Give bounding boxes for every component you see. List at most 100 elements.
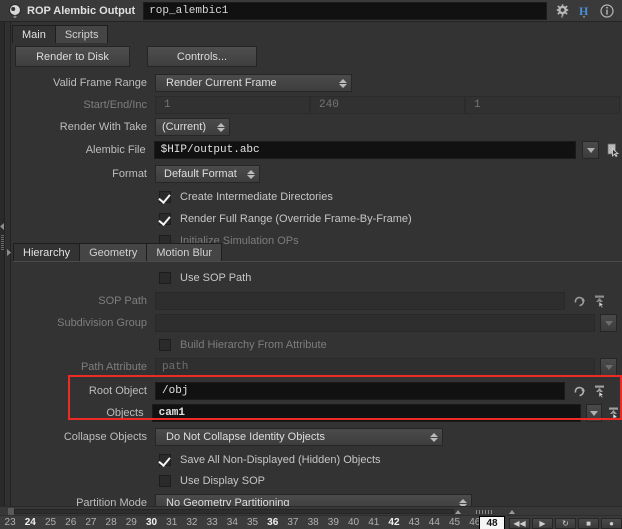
render-with-take-menu[interactable]: (Current) [155,118,230,136]
tab-hierarchy[interactable]: Hierarchy [13,243,81,262]
format-value: Default Format [164,168,237,180]
timeline-tick[interactable]: 42 [384,517,404,528]
frame-inc-input[interactable]: 1 [465,96,620,114]
render-full-range-checkbox[interactable] [159,212,171,225]
timeline-tick[interactable]: 25 [40,517,60,528]
alembic-file-label: Alembic File [85,144,146,156]
timeline-tick[interactable]: 33 [202,517,222,528]
playback-controls: ◀◀ ▶ ↻ ■ ● [505,515,622,529]
alembic-file-input[interactable]: $HIP/output.abc [153,141,577,159]
timeline-grip-icon[interactable] [476,509,494,514]
node-picker-icon[interactable] [591,382,608,400]
timeline-tick[interactable]: 41 [364,517,384,528]
node-name-input[interactable]: rop_alembic1 [143,1,547,20]
spinner-arrows-icon[interactable] [245,167,256,181]
gear-icon[interactable] [555,3,570,19]
timeline-tick[interactable]: 30 [141,517,161,528]
panel-splitter-outer[interactable] [0,22,5,506]
timeline-tick[interactable]: 28 [101,517,121,528]
frame-start-input[interactable]: 1 [155,96,310,114]
playback-loop-button[interactable]: ↻ [555,518,576,529]
timeline-tick[interactable]: 44 [424,517,444,528]
row-valid-frame-range: Valid Frame Range Render Current Frame [12,72,622,94]
splitter-grip[interactable] [1,235,4,251]
timeline-tick[interactable]: 29 [121,517,141,528]
collapse-objects-menu[interactable]: Do Not Collapse Identity Objects [155,428,443,446]
row-build-hierarchy-from-attribute[interactable]: Build Hierarchy From Attribute [159,335,327,354]
timeline-marker-left-icon[interactable] [455,509,461,514]
timeline-tick[interactable]: 27 [81,517,101,528]
tab-geometry[interactable]: Geometry [79,243,148,262]
timeline-tick[interactable]: 26 [61,517,81,528]
timeline-tick[interactable]: 38 [303,517,323,528]
timeline-tick[interactable]: 43 [404,517,424,528]
timeline-tick[interactable]: 32 [182,517,202,528]
row-start-end-inc: Start/End/Inc 1 240 1 [12,94,622,116]
row-create-intermediate-directories[interactable]: Create Intermediate Directories [159,187,333,206]
valid-frame-range-menu[interactable]: Render Current Frame [155,74,352,92]
playback-step-back-button[interactable]: ◀◀ [509,518,530,529]
root-object-input[interactable]: /obj [155,382,565,400]
alembic-file-menu-button[interactable] [582,141,600,159]
create-intermediate-directories-checkbox[interactable] [159,190,171,203]
playback-stop-button[interactable]: ■ [578,518,599,529]
reload-icon[interactable] [571,292,588,310]
spinner-arrows-icon[interactable] [215,120,226,134]
playback-play-button[interactable]: ▶ [532,518,553,529]
timeline-tick[interactable]: 37 [283,517,303,528]
format-menu[interactable]: Default Format [155,165,260,183]
render-to-disk-button[interactable]: Render to Disk [15,46,130,67]
timeline-tick[interactable]: 36 [263,517,283,528]
houdini-h-icon[interactable]: H [577,3,592,19]
timeline-scrollbar[interactable] [0,506,622,515]
subdivision-group-menu-button[interactable] [600,314,617,332]
row-use-display-sop[interactable]: Use Display SOP [159,471,265,490]
subdivision-group-input[interactable] [155,314,595,332]
objects-value: cam1 [158,407,186,419]
timeline-range-track[interactable] [14,509,454,514]
node-picker-icon[interactable] [591,292,608,310]
use-sop-path-checkbox[interactable] [159,271,171,284]
node-picker-icon[interactable] [605,404,622,422]
file-browser-icon[interactable] [605,141,622,159]
timeline-markers [455,508,515,515]
save-all-non-displayed-checkbox[interactable] [159,453,171,466]
info-icon[interactable] [599,3,614,19]
reload-icon[interactable] [571,382,588,400]
current-frame-indicator[interactable]: 48 [479,516,505,529]
row-save-all-non-displayed[interactable]: Save All Non-Displayed (Hidden) Objects [159,450,381,469]
use-display-sop-checkbox[interactable] [159,474,171,487]
sop-path-input[interactable] [155,292,565,310]
expand-arrow-icon[interactable] [6,247,11,256]
tab-main[interactable]: Main [12,25,56,44]
timeline-tick[interactable]: 39 [323,517,343,528]
tab-scripts[interactable]: Scripts [54,25,109,44]
build-hierarchy-from-attribute-checkbox[interactable] [159,338,171,351]
path-attribute-input[interactable]: path [155,358,595,376]
path-attribute-menu-button[interactable] [600,358,617,376]
timeline-tick[interactable]: 34 [222,517,242,528]
timeline-tick[interactable]: 45 [444,517,464,528]
timeline-tick[interactable]: 31 [162,517,182,528]
tab-motion-blur[interactable]: Motion Blur [146,243,223,262]
main-tabstrip: Main Scripts [12,24,109,44]
playback-record-button[interactable]: ● [601,518,622,529]
record-icon: ● [609,518,614,528]
objects-menu-button[interactable] [585,404,603,422]
timeline-marker-right-icon[interactable] [509,509,515,514]
timeline-ruler[interactable]: 23 24 25 26 27 28 29 30 31 32 33 34 35 36 37 38 39 40 41 42… [0,515,505,529]
objects-input[interactable]: cam1 [151,404,581,422]
timeline-tick[interactable]: 35 [242,517,262,528]
timeline-tick[interactable]: 24 [20,517,40,528]
row-render-full-range[interactable]: Render Full Range (Override Frame-By-Fra… [159,209,412,228]
collapse-arrow-icon[interactable] [0,221,5,230]
controls-button[interactable]: Controls... [147,46,257,67]
frame-end-input[interactable]: 240 [310,96,465,114]
timeline-tick[interactable]: 23 [0,517,20,528]
spinner-arrows-icon[interactable] [337,76,348,90]
row-alembic-file: Alembic File $HIP/output.abc [12,139,622,161]
row-use-sop-path[interactable]: Use SOP Path [159,268,251,287]
spinner-arrows-icon[interactable] [428,430,439,444]
panel-splitter-inner[interactable] [6,22,11,506]
timeline-tick[interactable]: 40 [343,517,363,528]
